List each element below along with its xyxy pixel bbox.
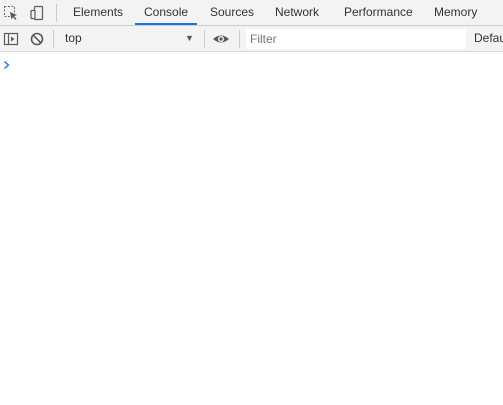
log-levels-dropdown[interactable]: Default levels — [474, 26, 503, 51]
tab-memory[interactable]: Memory — [425, 0, 486, 25]
console-toolbar: top ▼ Default levels — [0, 26, 503, 52]
tab-network[interactable]: Network — [266, 0, 328, 25]
prompt-chevron-icon — [3, 57, 11, 75]
console-output[interactable] — [0, 52, 503, 405]
tab-console[interactable]: Console — [135, 0, 198, 25]
toolbar-divider — [53, 30, 54, 48]
tab-elements[interactable]: Elements — [64, 0, 132, 25]
toolbar-divider — [204, 30, 205, 48]
tab-sources[interactable]: Sources — [201, 0, 263, 25]
eye-icon[interactable] — [210, 28, 232, 50]
context-selector[interactable]: top — [58, 28, 200, 49]
toolbar-divider — [239, 30, 240, 48]
tab-performance[interactable]: Performance — [335, 0, 422, 25]
sidebar-toggle-icon[interactable] — [0, 28, 22, 50]
device-toolbar-icon[interactable] — [26, 2, 48, 24]
filter-input[interactable] — [246, 29, 466, 49]
toolbar-divider — [56, 4, 57, 22]
clear-console-icon[interactable] — [26, 28, 48, 50]
console-prompt[interactable] — [0, 54, 503, 72]
inspect-element-icon[interactable] — [0, 2, 22, 24]
devtools-window: Elements Console Sources Network Perform… — [0, 0, 503, 405]
panel-tab-bar: Elements Console Sources Network Perform… — [0, 0, 503, 26]
chevron-down-icon[interactable]: ▼ — [185, 31, 194, 45]
